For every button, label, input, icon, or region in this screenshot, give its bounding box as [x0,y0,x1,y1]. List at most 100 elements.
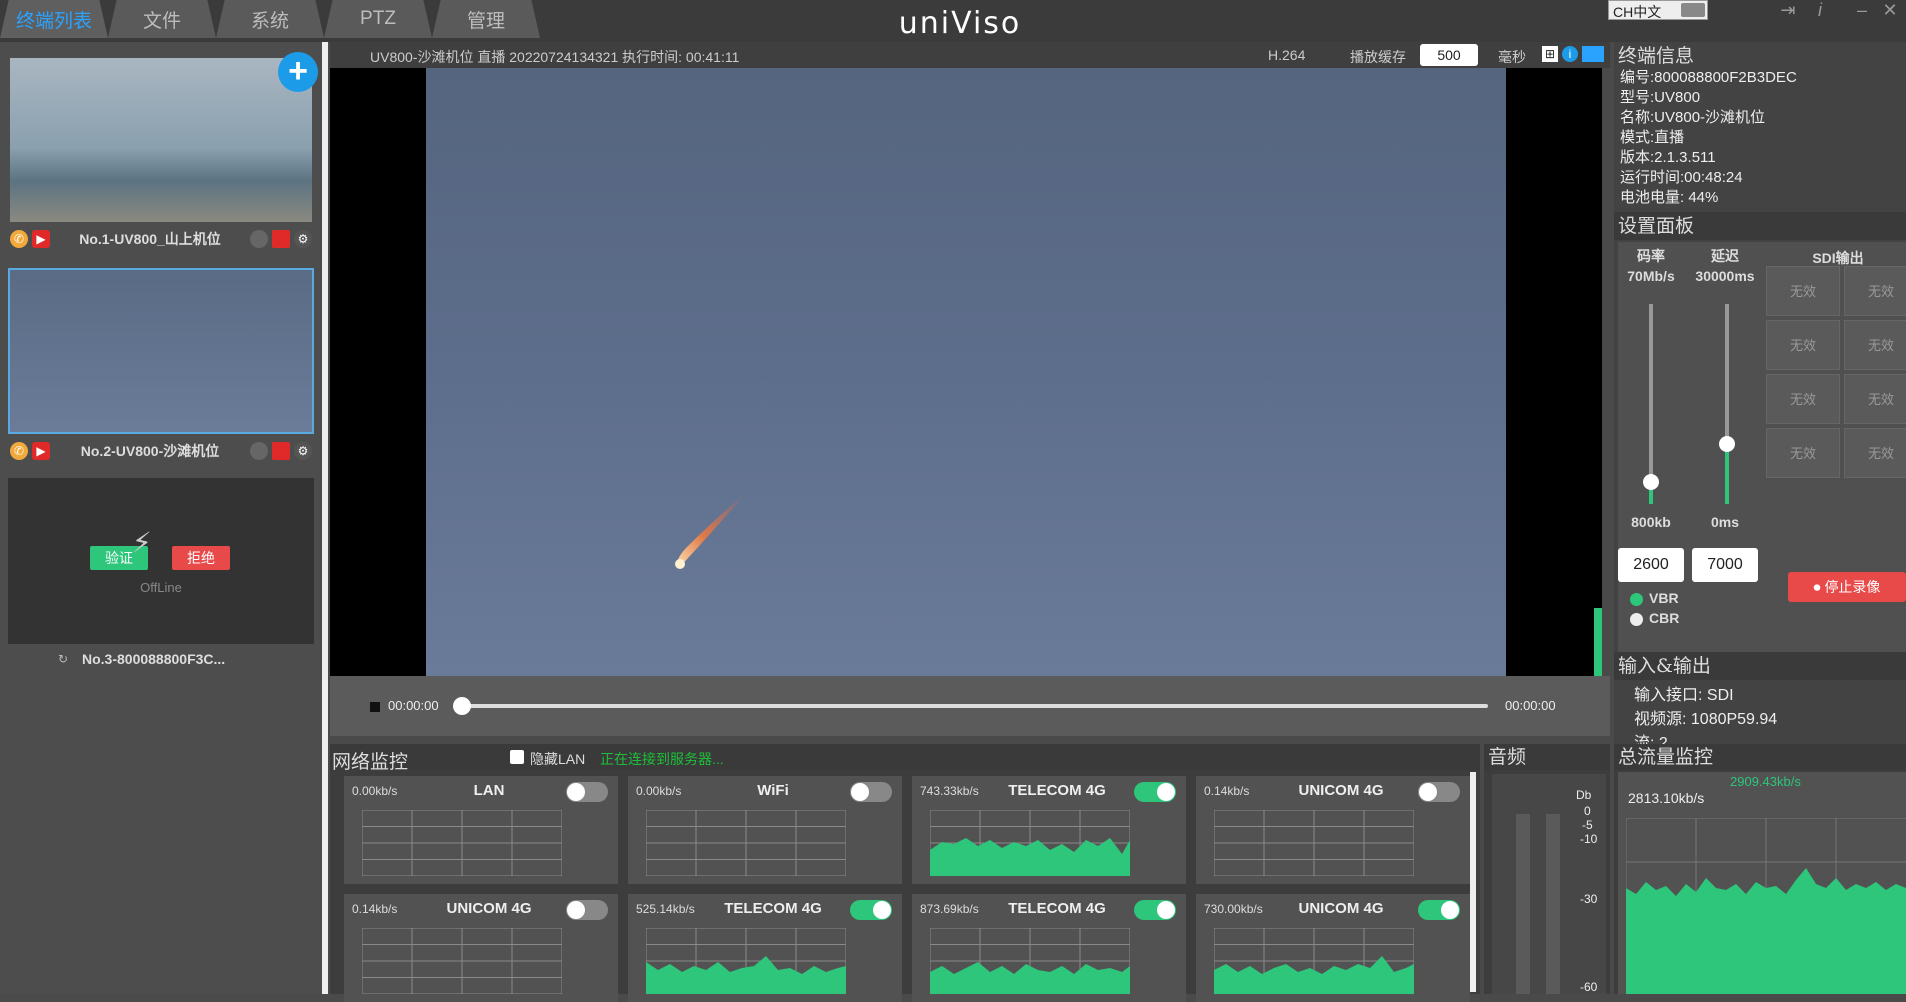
gear-icon[interactable]: ⚙ [294,230,312,248]
play-icon[interactable]: ▶ [32,230,50,248]
phone-icon[interactable]: ✆ [10,442,28,460]
audio-meter-left [1516,814,1530,994]
sdi-output-button[interactable]: 无效 [1766,428,1840,478]
seek-track[interactable] [458,704,1488,708]
network-card: 873.69kb/s TELECOM 4G [912,894,1186,1002]
sdi-label: SDI输出 [1812,250,1864,266]
codec-label: H.264 [1268,47,1306,63]
info-line: 模式:直播 [1620,129,1685,146]
info-line: 编号:800088800F2B3DEC [1620,69,1797,86]
network-card: 0.14kb/s UNICOM 4G [1196,776,1470,884]
camera-thumbnail-3[interactable]: 验证 拒绝 ⚡ OffLine [8,478,314,644]
tab-files[interactable]: 文件 [108,0,216,38]
sdi-output-button[interactable]: 无效 [1844,320,1906,370]
input-interface: 输入接口: SDI [1634,687,1734,704]
signal-bars-icon[interactable] [272,442,290,460]
network-toggle[interactable] [850,900,892,920]
network-name: LAN [473,782,505,799]
display-icon[interactable] [1582,46,1604,62]
info-line: 运行时间:00:48:24 [1620,169,1743,186]
camera-thumbnail-2[interactable] [8,268,314,434]
network-speed: 0.00kb/s [352,784,398,798]
sdi-output-button[interactable]: 无效 [1844,374,1906,424]
network-scrollbar[interactable] [1470,772,1476,992]
close-icon[interactable]: ✕ [1878,0,1902,22]
bitrate-title: 码率 [1637,248,1665,264]
camera-label: No.3-800088800F3C... [82,651,226,667]
audio-panel: 音频 Db 0 -5 -10 -30 -60 [1484,744,1610,994]
cbr-option[interactable]: CBR [1630,610,1679,626]
camera-row-3: ↻ No.3-800088800F3C... [8,646,314,672]
tab-system[interactable]: 系统 [216,0,324,38]
network-toggle[interactable] [1418,900,1460,920]
minimize-icon[interactable]: – [1850,0,1874,22]
db-tick: -5 [1582,818,1593,832]
language-select[interactable]: CH中文 [1608,0,1708,20]
sdi-output-button[interactable]: 无效 [1766,320,1840,370]
logout-icon[interactable]: ⇥ [1776,0,1800,22]
network-name: TELECOM 4G [1008,900,1106,917]
info-icon[interactable]: i [1562,46,1578,62]
camera-label: No.1-UV800_山上机位 [79,231,221,247]
sdi-output-button[interactable]: 无效 [1766,266,1840,316]
tab-ptz[interactable]: PTZ [324,0,432,38]
settings-heading: 设置面板 [1614,212,1906,240]
sdi-output-button[interactable]: 无效 [1844,428,1906,478]
network-name: TELECOM 4G [724,900,822,917]
network-toggle[interactable] [566,900,608,920]
info-line: 版本:2.1.3.511 [1620,149,1716,166]
buffer-input[interactable]: 500 [1420,44,1478,66]
gear-icon[interactable]: ⚙ [294,442,312,460]
sdi-output-button[interactable]: 无效 [1766,374,1840,424]
record-icon[interactable] [250,442,268,460]
network-toggle[interactable] [566,782,608,802]
network-monitor: 网络监控 隐藏LAN 正在连接到服务器... 0.00kb/s LAN 0.00kb… [330,744,1480,1002]
vbr-radio[interactable] [1630,592,1643,606]
bitrate-min: 800kb [1631,514,1671,530]
tab-admin[interactable]: 管理 [432,0,540,38]
network-graph [646,928,846,994]
cbr-radio[interactable] [1630,612,1643,626]
network-card: 0.00kb/s LAN [344,776,618,884]
signal-bars-icon[interactable] [272,230,290,248]
io-heading: 输入&输出 [1614,652,1906,680]
seek-bar: 00:00:00 00:00:00 [330,676,1610,736]
seek-handle[interactable] [453,697,471,715]
video-player[interactable] [330,68,1602,676]
delay-slider-handle[interactable] [1719,436,1735,452]
record-icon[interactable] [250,230,268,248]
stop-icon[interactable] [370,702,380,712]
bitrate-input[interactable]: 2600 [1618,548,1684,582]
network-speed: 730.00kb/s [1204,902,1263,916]
network-graph [646,810,846,876]
total-traffic-graph [1626,818,1906,994]
network-graph [1214,810,1414,876]
refresh-icon[interactable]: ↻ [54,650,72,668]
play-icon[interactable]: ▶ [32,442,50,460]
info-icon[interactable]: i [1808,0,1832,22]
delay-input[interactable]: 7000 [1692,548,1758,582]
hide-lan-checkbox[interactable] [510,750,524,764]
network-speed: 0.14kb/s [1204,784,1250,798]
toggle-knob [1441,901,1459,919]
phone-icon[interactable]: ✆ [10,230,28,248]
vbr-option[interactable]: VBR [1630,590,1679,606]
delay-max: 30000ms [1695,268,1755,284]
network-toggle[interactable] [1418,782,1460,802]
reject-button[interactable]: 拒绝 [172,546,230,570]
grid-layout-icon[interactable]: ⊞ [1542,46,1558,62]
toggle-knob [873,901,891,919]
network-toggle[interactable] [850,782,892,802]
bitrate-slider-handle[interactable] [1643,474,1659,490]
network-toggle[interactable] [1134,782,1176,802]
toggle-knob [567,783,585,801]
add-terminal-button[interactable]: + [278,52,318,92]
sdi-output-button[interactable]: 无效 [1844,266,1906,316]
camera-thumbnail-1[interactable] [8,56,314,224]
panel-divider[interactable] [322,42,328,994]
mail-icon [1681,3,1705,17]
stop-record-button[interactable]: ⏺ 停止录像 [1788,572,1906,602]
stop-record-label: 停止录像 [1824,579,1881,595]
tab-terminal-list[interactable]: 终端列表 [0,0,108,38]
network-toggle[interactable] [1134,900,1176,920]
